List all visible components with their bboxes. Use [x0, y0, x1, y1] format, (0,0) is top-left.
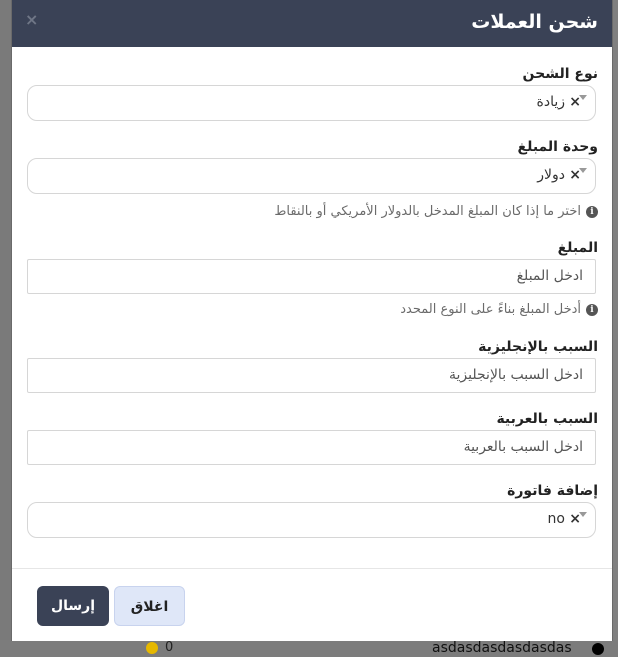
close-icon[interactable]: × [25, 10, 38, 29]
amount-label: المبلغ [557, 240, 598, 256]
add-invoice-select[interactable]: no × [27, 502, 596, 538]
close-button[interactable]: اغلاق [114, 586, 185, 626]
status-dot-icon [592, 643, 604, 655]
charge-type-label: نوع الشحن [522, 66, 598, 82]
reason-en-label: السبب بالإنجليزية [478, 339, 598, 355]
amount-unit-label: وحدة المبلغ [517, 139, 598, 155]
amount-unit-value: دولار × [537, 167, 581, 183]
info-icon: i [586, 303, 598, 316]
coin-icon [146, 642, 158, 654]
info-icon: i [586, 205, 598, 218]
amount-hint: i أدخل المبلغ بناءً على النوع المحدد [400, 302, 598, 317]
reason-en-input[interactable]: ادخل السبب بالإنجليزية [27, 358, 596, 393]
reason-ar-label: السبب بالعربية [496, 411, 598, 427]
modal-body: نوع الشحن زيادة × وحدة المبلغ دولار × i … [12, 47, 612, 568]
submit-button[interactable]: إرسال [37, 586, 109, 626]
add-invoice-label: إضافة فاتورة [507, 483, 598, 499]
background-page [612, 0, 618, 657]
amount-input[interactable]: ادخل المبلغ [27, 259, 596, 294]
chevron-down-icon [579, 168, 587, 173]
chevron-down-icon [579, 512, 587, 517]
background-row-name: asdasdasdasdasdas [432, 640, 572, 656]
reason-ar-input[interactable]: ادخل السبب بالعربية [27, 430, 596, 465]
background-table-row: 0 asdasdasdasdasdas [0, 640, 618, 657]
charge-coins-modal: شحن العملات × نوع الشحن زيادة × وحدة الم… [12, 0, 612, 641]
amount-unit-hint: i اختر ما إذا كان المبلغ المدخل بالدولار… [274, 204, 598, 219]
modal-footer: إرسال اغلاق [12, 568, 612, 641]
chevron-down-icon [579, 95, 587, 100]
amount-placeholder: ادخل المبلغ [516, 268, 583, 284]
modal-title: شحن العملات [471, 11, 598, 33]
charge-type-select[interactable]: زيادة × [27, 85, 596, 121]
add-invoice-value: no × [547, 511, 581, 527]
modal-header: شحن العملات × [12, 0, 612, 47]
amount-unit-select[interactable]: دولار × [27, 158, 596, 194]
charge-type-value: زيادة × [536, 94, 582, 110]
background-row-count: 0 [165, 640, 174, 655]
reason-en-placeholder: ادخل السبب بالإنجليزية [449, 367, 583, 383]
reason-ar-placeholder: ادخل السبب بالعربية [463, 439, 583, 455]
